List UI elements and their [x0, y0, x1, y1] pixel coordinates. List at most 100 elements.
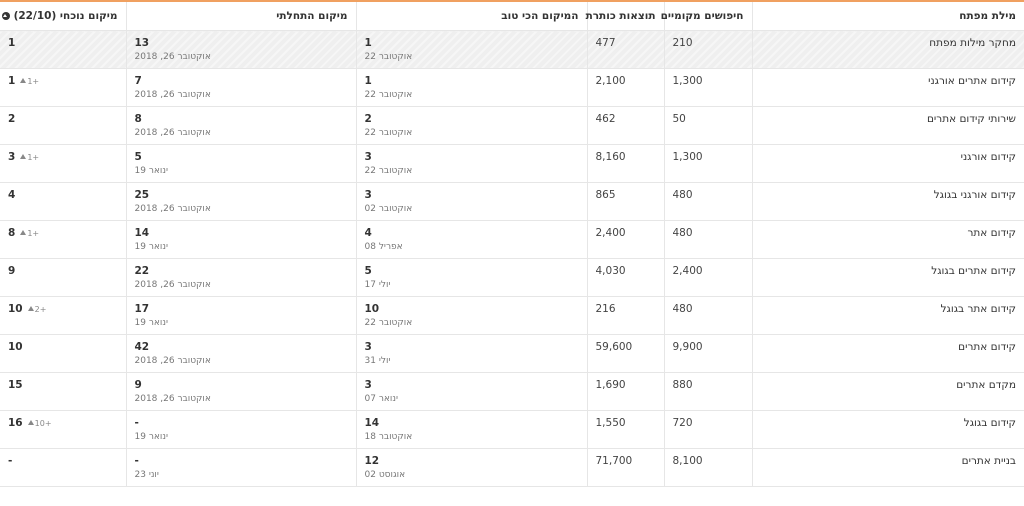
initial-position-value: 22	[134, 265, 150, 277]
local-searches-cell: 9,900	[664, 334, 753, 373]
local-searches-cell: 880	[664, 372, 753, 411]
header-current-position[interactable]: מיקום נוכחי (22/10)	[0, 2, 127, 31]
header-initial-position[interactable]: מיקום התחלתי	[126, 2, 357, 31]
table-row[interactable]: מקדם אתרים 880 1,690 3 ינואר 07 9 אוקטובר 26, …	[0, 372, 1024, 411]
current-position-value: 8	[8, 227, 16, 239]
keyword-cell[interactable]: קידום אורגני בגוגל	[752, 182, 1024, 221]
table-row[interactable]: בניית אתרים 8,100 71,700 12 אוגוסט 02 - יוני 2…	[0, 448, 1024, 487]
keyword-cell[interactable]: בניית אתרים	[752, 448, 1024, 487]
initial-position-value: -	[134, 455, 139, 467]
best-position-cell: 2 אוקטובר 22	[356, 106, 588, 145]
arrow-up-icon	[20, 230, 27, 235]
best-position-value: 14	[364, 417, 380, 429]
best-position-value: 3	[364, 189, 372, 201]
current-position-value: 3	[8, 151, 16, 163]
best-position-value: 4	[364, 227, 372, 239]
header-best-position[interactable]: המיקום הכי טוב	[356, 2, 588, 31]
table-header: מילת מפתח חיפושים מקומיים תוצאות כותרת ה…	[0, 2, 1024, 31]
table-row[interactable]: שירותי קידום אתרים 50 462 2 אוקטובר 22 8 אוקטו…	[0, 106, 1024, 145]
best-position-value: 3	[364, 341, 372, 353]
keyword-cell[interactable]: קידום בגוגל	[752, 410, 1024, 449]
initial-position-cell: 17 ינואר 19	[126, 296, 357, 335]
best-position-value: 10	[364, 303, 380, 315]
best-position-date: יולי 17	[364, 280, 391, 290]
initial-position-date: אוקטובר 26, 2018	[134, 52, 211, 62]
table-row[interactable]: קידום אתרים בגוגל 2,400 4,030 5 יולי 17 22 אוק…	[0, 258, 1024, 297]
current-position-cell: +10 16	[0, 410, 127, 449]
table-row[interactable]: קידום אתרים אורגני 1,300 2,100 1 אוקטובר 22 7…	[0, 68, 1024, 107]
initial-position-cell: 5 ינואר 19	[126, 144, 357, 183]
initial-position-cell: 22 אוקטובר 26, 2018	[126, 258, 357, 297]
keyword-cell[interactable]: קידום אתר בגוגל	[752, 296, 1024, 335]
initial-position-cell: 7 אוקטובר 26, 2018	[126, 68, 357, 107]
keyword-cell[interactable]: קידום אתרים אורגני	[752, 68, 1024, 107]
initial-position-date: אוקטובר 26, 2018	[134, 90, 211, 100]
best-position-value: 3	[364, 151, 372, 163]
keyword-cell[interactable]: שירותי קידום אתרים	[752, 106, 1024, 145]
keyword-cell[interactable]: קידום אורגני	[752, 144, 1024, 183]
competing-results-cell: 2,100	[587, 68, 665, 107]
keyword-cell[interactable]: מקדם אתרים	[752, 372, 1024, 411]
best-position-date: אוקטובר 18	[364, 432, 413, 442]
best-position-date: אוקטובר 22	[364, 318, 413, 328]
table-row[interactable]: מחקר מילות מפתח 210 477 1 אוקטובר 22 13 אוקטוב…	[0, 30, 1024, 69]
table-row[interactable]: קידום אתר בגוגל 480 216 10 אוקטובר 22 17 ינואר…	[0, 296, 1024, 335]
sort-icon[interactable]	[1, 12, 10, 20]
best-position-date: ינואר 07	[364, 394, 398, 404]
initial-position-date: אוקטובר 26, 2018	[134, 204, 211, 214]
local-searches-cell: 480	[664, 182, 753, 221]
keyword-cell[interactable]: קידום אתר	[752, 220, 1024, 259]
keyword-cell[interactable]: קידום אתרים בגוגל	[752, 258, 1024, 297]
keyword-cell[interactable]: קידום אתרים	[752, 334, 1024, 373]
current-position-value: -	[8, 455, 13, 467]
initial-position-date: אוקטובר 26, 2018	[134, 356, 211, 366]
local-searches-cell: 720	[664, 410, 753, 449]
initial-position-cell: 13 אוקטובר 26, 2018	[126, 30, 357, 69]
local-searches-cell: 210	[664, 30, 753, 69]
current-position-value: 10	[8, 303, 23, 315]
initial-position-value: -	[134, 417, 139, 429]
initial-position-date: ינואר 19	[134, 242, 168, 252]
table-row[interactable]: קידום אורגני 1,300 8,160 3 אוקטובר 22 5 ינואר …	[0, 144, 1024, 183]
competing-results-cell: 4,030	[587, 258, 665, 297]
current-position-value: 1	[8, 37, 16, 49]
current-position-cell: +1 1	[0, 68, 127, 107]
header-current-label: מיקום נוכחי (22/10)	[13, 10, 118, 22]
best-position-date: אוקטובר 02	[364, 204, 413, 214]
header-keyword[interactable]: מילת מפתח	[752, 2, 1024, 31]
initial-position-value: 5	[134, 151, 142, 163]
best-position-value: 5	[364, 265, 372, 277]
table-row[interactable]: קידום אתרים 9,900 59,600 3 יולי 31 42 אוקטובר …	[0, 334, 1024, 373]
current-position-cell: 15	[0, 372, 127, 411]
best-position-cell: 12 אוגוסט 02	[356, 448, 588, 487]
table-row[interactable]: קידום אתר 480 2,400 4 אפריל 08 14 ינואר 19 +1 8	[0, 220, 1024, 259]
current-position-value: 2	[8, 113, 16, 125]
initial-position-cell: - ינואר 19	[126, 410, 357, 449]
competing-results-cell: 59,600	[587, 334, 665, 373]
table-row[interactable]: קידום בגוגל 720 1,550 14 אוקטובר 18 - ינואר 19…	[0, 410, 1024, 449]
initial-position-value: 13	[134, 37, 150, 49]
current-position-value: 15	[8, 379, 23, 391]
keyword-cell[interactable]: מחקר מילות מפתח	[752, 30, 1024, 69]
keyword-rankings-panel: מילת מפתח חיפושים מקומיים תוצאות כותרת ה…	[0, 0, 1024, 506]
best-position-value: 12	[364, 455, 380, 467]
table-row[interactable]: קידום אורגני בגוגל 480 865 3 אוקטובר 02 25 אוק…	[0, 182, 1024, 221]
best-position-cell: 3 יולי 31	[356, 334, 588, 373]
local-searches-cell: 480	[664, 296, 753, 335]
header-local-searches[interactable]: חיפושים מקומיים	[661, 2, 753, 31]
initial-position-cell: 9 אוקטובר 26, 2018	[126, 372, 357, 411]
initial-position-date: אוקטובר 26, 2018	[134, 128, 211, 138]
best-position-date: אוקטובר 22	[364, 52, 413, 62]
current-position-cell: 1	[0, 30, 127, 69]
best-position-cell: 14 אוקטובר 18	[356, 410, 588, 449]
local-searches-cell: 1,300	[664, 144, 753, 183]
current-position-value: 1	[8, 75, 16, 87]
competing-results-cell: 865	[587, 182, 665, 221]
initial-position-date: ינואר 19	[134, 166, 168, 176]
initial-position-cell: 25 אוקטובר 26, 2018	[126, 182, 357, 221]
header-competing-results[interactable]: תוצאות כותרת	[586, 2, 665, 31]
initial-position-cell: - יוני 23	[126, 448, 357, 487]
initial-position-date: יוני 23	[134, 470, 159, 480]
rank-change: +1	[19, 153, 39, 162]
initial-position-value: 25	[134, 189, 150, 201]
